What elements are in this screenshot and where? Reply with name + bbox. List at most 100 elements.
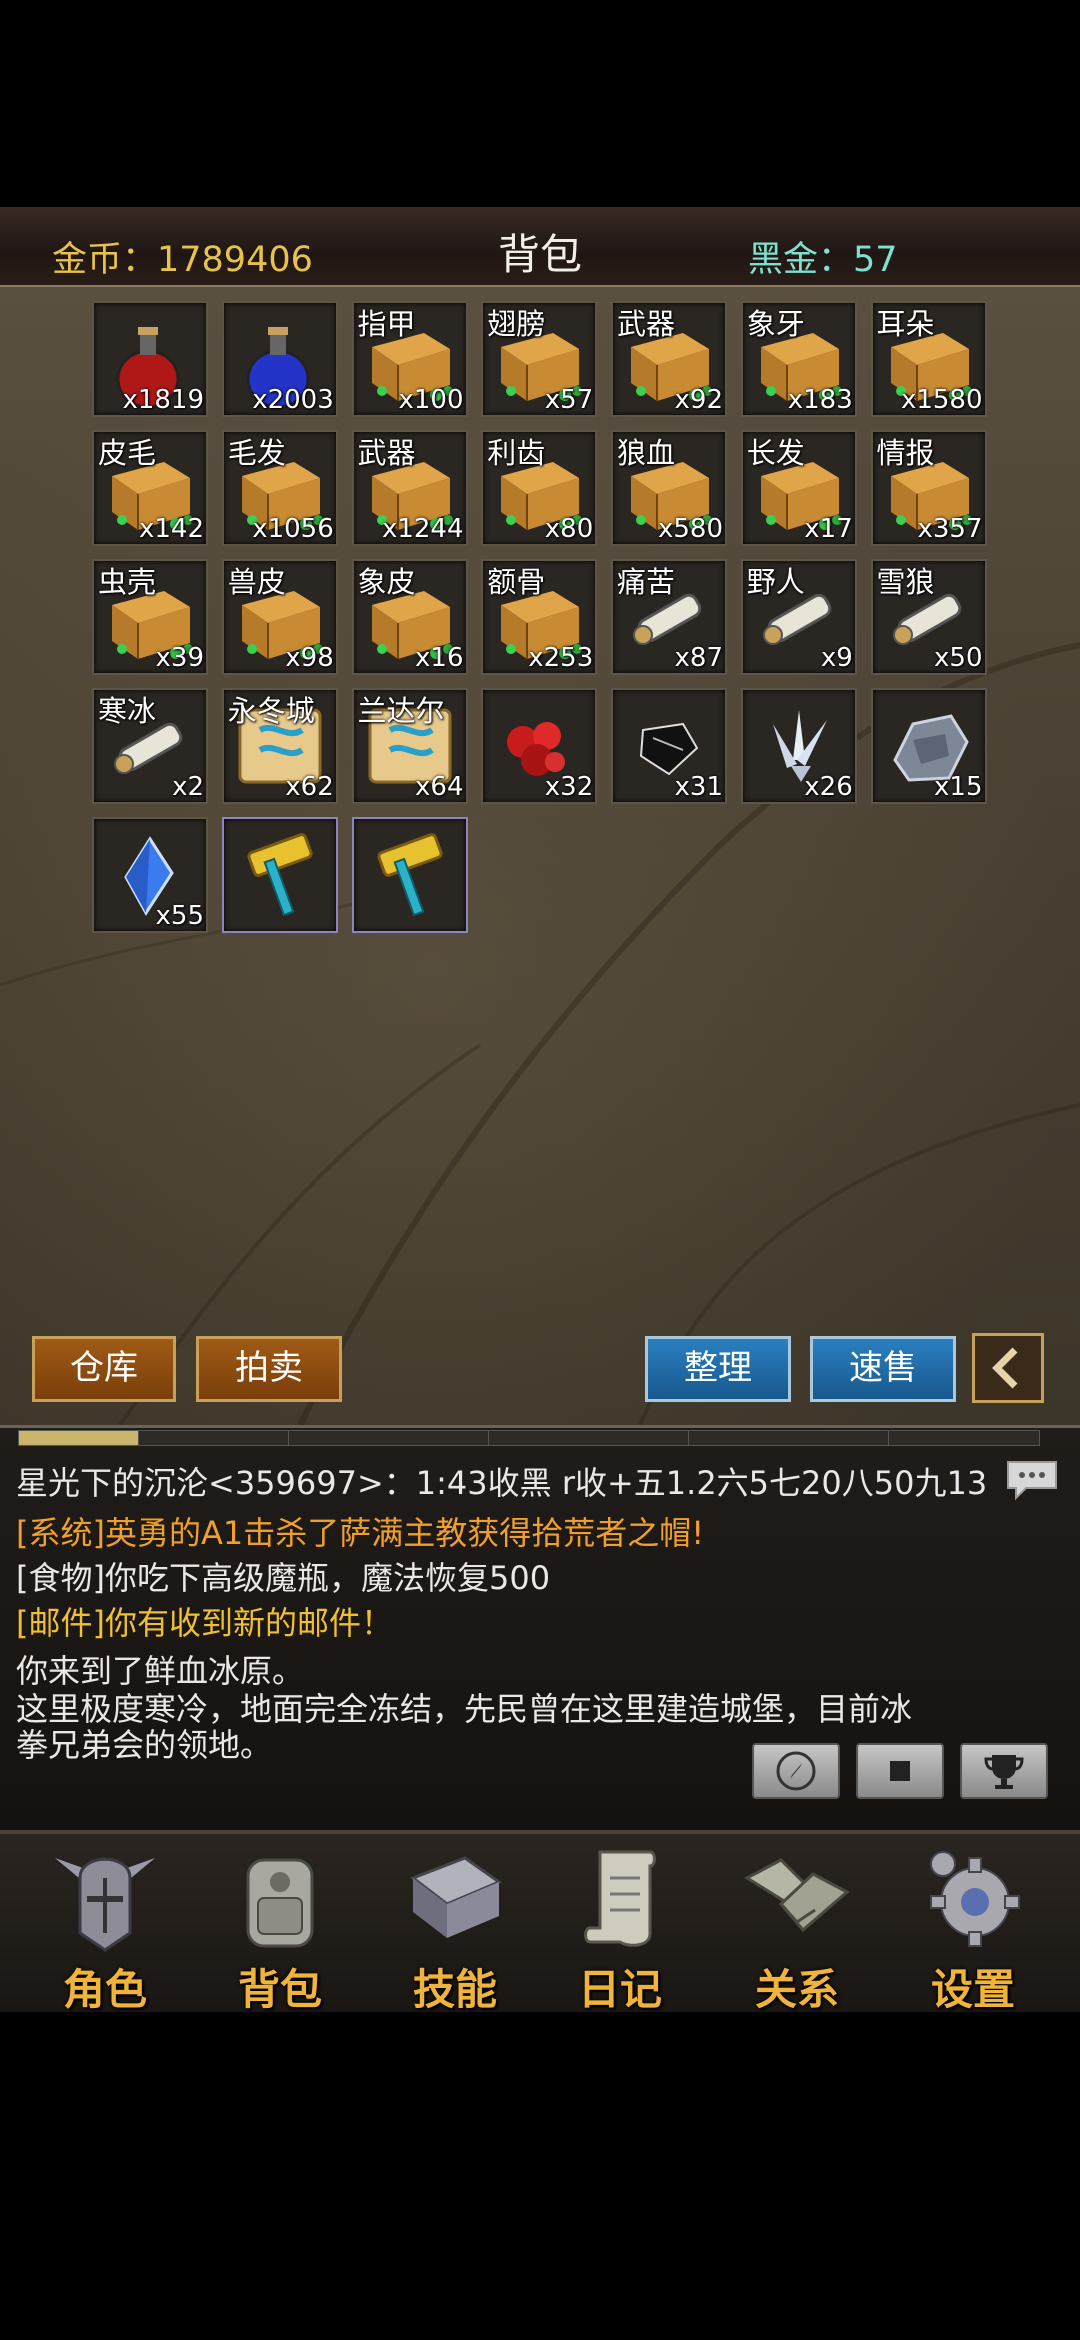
item-label: 狼血 — [617, 436, 676, 470]
inventory-slot[interactable]: x2003 — [221, 301, 338, 417]
item-count: x2 — [172, 772, 204, 802]
inventory-slot[interactable]: x1819 — [92, 301, 208, 417]
item-count: x9 — [820, 643, 853, 673]
item-count: x39 — [155, 643, 204, 673]
inventory-slot[interactable]: x15 — [870, 688, 987, 804]
chevron-left-icon — [992, 1347, 1018, 1389]
achievement-button[interactable] — [960, 1743, 1048, 1799]
compass-button[interactable] — [752, 1743, 840, 1799]
item-count: x1056 — [252, 514, 334, 544]
collapse-button[interactable] — [972, 1333, 1044, 1403]
item-count: x98 — [285, 643, 334, 673]
nav-character[interactable]: 角色 — [30, 1838, 180, 2014]
nav-relations[interactable]: 关系 — [722, 1838, 872, 2014]
inventory-slot[interactable]: 野人 x9 — [740, 559, 857, 675]
inventory-slot[interactable]: 虫壳 x39 — [92, 559, 208, 675]
inventory-slot[interactable]: 痛苦 x87 — [611, 559, 727, 675]
page-title: 背包 — [497, 230, 582, 279]
item-label: 永冬城 — [227, 694, 315, 728]
item-count: x55 — [155, 901, 204, 931]
inventory-slot[interactable]: 武器 x1244 — [351, 430, 468, 546]
inventory-slot[interactable]: 利齿 x80 — [481, 430, 598, 546]
nav-settings[interactable]: 设置 — [898, 1838, 1048, 2014]
nav-journal[interactable]: 日记 — [545, 1838, 695, 2014]
inventory-slot[interactable]: 情报 x357 — [870, 430, 987, 546]
item-label: 象皮 — [357, 565, 416, 599]
chat-bubble-icon[interactable] — [1004, 1458, 1060, 1502]
item-label: 指甲 — [357, 307, 416, 341]
item-count: x357 — [917, 514, 983, 544]
inventory-slot[interactable]: x55 — [92, 817, 208, 933]
inventory-slot[interactable]: 象牙 x183 — [740, 301, 857, 417]
inventory-slot[interactable]: 毛发 x1056 — [221, 430, 338, 546]
inventory-slot[interactable]: 象皮 x16 — [351, 559, 468, 675]
item-count: x62 — [285, 772, 334, 802]
item-label: 皮毛 — [98, 436, 157, 470]
inventory-slot[interactable]: 雪狼 x50 — [870, 559, 987, 675]
item-label: 毛发 — [227, 436, 286, 470]
inventory-slot[interactable]: x26 — [740, 688, 857, 804]
helmet-icon — [55, 1857, 155, 1952]
nav-skills-label: 技能 — [412, 1965, 497, 2014]
item-label: 情报 — [876, 436, 935, 470]
item-count: x31 — [674, 772, 723, 802]
inventory-slot[interactable]: 长发 x17 — [740, 430, 857, 546]
item-count: x87 — [674, 643, 723, 673]
inventory-slot[interactable] — [351, 817, 468, 933]
inventory-slot[interactable]: 指甲 x100 — [351, 301, 468, 417]
item-label: 野人 — [746, 565, 805, 599]
item-label: 寒冰 — [98, 694, 157, 728]
inventory-slot[interactable]: 翅膀 x57 — [481, 301, 598, 417]
inventory-slot[interactable]: 寒冰 x2 — [92, 688, 208, 804]
item-count: x1244 — [381, 514, 464, 544]
item-count: x32 — [544, 772, 594, 802]
item-label: 利齿 — [487, 436, 546, 470]
black-gold-currency: 黑金：57 — [748, 240, 898, 280]
inventory-slot[interactable]: x32 — [481, 688, 598, 804]
item-count: x1819 — [122, 385, 204, 415]
nav-bag[interactable]: 背包 — [205, 1838, 355, 2014]
handshake-icon — [743, 1858, 850, 1933]
inventory-slot[interactable]: 永冬城 x62 — [221, 688, 338, 804]
inventory-slot[interactable]: x31 — [611, 688, 727, 804]
item-label: 武器 — [617, 307, 676, 341]
item-label: 雪狼 — [876, 565, 935, 599]
gear-icon — [930, 1851, 1020, 1947]
backpack-icon — [246, 1858, 314, 1948]
inventory-slot[interactable]: 耳朵 x1580 — [870, 301, 987, 417]
item-label: 兰达尔 — [357, 694, 445, 728]
scroll-icon — [584, 1850, 656, 1947]
item-label: 武器 — [357, 436, 416, 470]
item-label: 痛苦 — [617, 565, 676, 599]
nav-settings-label: 设置 — [930, 1965, 1015, 2014]
golden-hammer-icon — [376, 833, 443, 917]
inventory-slot[interactable]: 额骨 x253 — [481, 559, 598, 675]
item-label: 象牙 — [746, 307, 805, 341]
inventory-slot[interactable]: 兰达尔 x64 — [351, 688, 468, 804]
warehouse-button[interactable]: 仓库 — [32, 1336, 176, 1402]
progress-fill — [18, 1430, 140, 1446]
nav-character-label: 角色 — [62, 1965, 147, 2014]
item-count: x2003 — [252, 385, 334, 415]
item-count: x64 — [415, 772, 464, 802]
inventory-slot[interactable] — [221, 817, 338, 933]
item-count: x92 — [674, 385, 723, 415]
spellbook-icon — [409, 1856, 503, 1938]
item-count: x142 — [138, 514, 204, 544]
quick-sell-button[interactable]: 速售 — [810, 1336, 956, 1402]
item-count: x100 — [398, 385, 464, 415]
golden-hammer-icon — [247, 833, 313, 917]
nav-skills[interactable]: 技能 — [380, 1838, 530, 2014]
mail-message: [邮件]你有收到新的邮件！ — [16, 1604, 393, 1642]
nav-bag-label: 背包 — [237, 1965, 322, 2014]
compass-icon — [776, 1751, 816, 1791]
inventory-slot[interactable]: 皮毛 x142 — [92, 430, 208, 546]
inventory-slot[interactable]: 兽皮 x98 — [221, 559, 338, 675]
auction-button[interactable]: 拍卖 — [196, 1336, 342, 1402]
inventory-slot[interactable]: 武器 x92 — [611, 301, 727, 417]
inventory-slot[interactable]: 狼血 x580 — [611, 430, 727, 546]
item-label: 长发 — [746, 436, 805, 470]
stop-button[interactable] — [856, 1743, 944, 1799]
sort-button[interactable]: 整理 — [645, 1336, 791, 1402]
trophy-icon — [984, 1755, 1024, 1789]
